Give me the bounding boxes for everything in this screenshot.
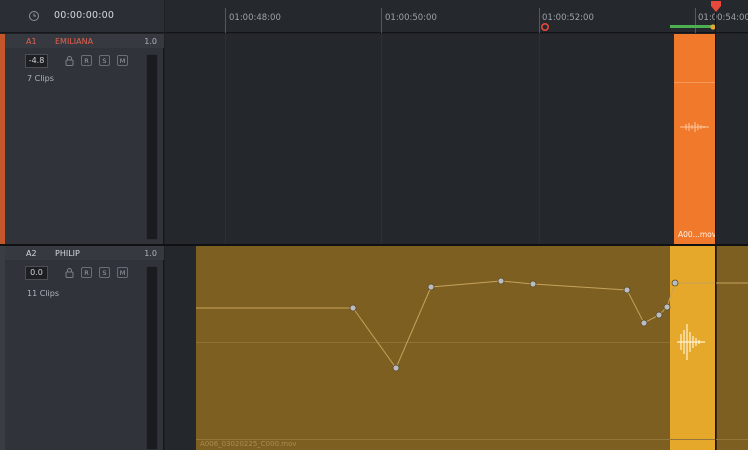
- audio-clip[interactable]: A00...mov: [674, 34, 717, 244]
- clip-label: A00...mov: [678, 230, 717, 239]
- audio-meter: [146, 266, 158, 450]
- track-name[interactable]: PHILIP: [55, 249, 80, 258]
- track-lane-a1[interactable]: A00...mov: [165, 34, 748, 244]
- grid-line: [539, 34, 540, 244]
- playhead-handle[interactable]: [709, 0, 723, 13]
- ruler-tick-label: 01:00:54:00: [698, 13, 748, 23]
- timeline-ruler[interactable]: 01:00:48:00 01:00:50:00 01:00:52:00 01:0…: [165, 0, 748, 33]
- record-arm-button[interactable]: R: [81, 267, 92, 278]
- track-lane-a2[interactable]: A006_03020225_C000.mov: [165, 246, 748, 450]
- grid-line: [225, 34, 226, 244]
- volume-field[interactable]: 0.0: [25, 266, 48, 280]
- mute-button[interactable]: M: [117, 267, 128, 278]
- clip-label: A006_03020225_C000.mov: [200, 440, 297, 448]
- track-id: A2: [26, 249, 37, 258]
- ruler-tick: [695, 8, 696, 33]
- ruler-tick: [225, 8, 226, 33]
- track-name[interactable]: EMILIANA: [55, 37, 93, 46]
- track-header-a2[interactable]: A2 PHILIP 1.0 0.0 R S M 11 Clips: [5, 246, 164, 450]
- lock-icon[interactable]: [65, 267, 74, 278]
- clips-count: 11 Clips: [27, 289, 59, 298]
- track-id: A1: [26, 37, 37, 46]
- solo-button[interactable]: S: [99, 55, 110, 66]
- grid-line: [381, 34, 382, 244]
- ruler-tick: [381, 8, 382, 33]
- waveform: [680, 122, 709, 132]
- ruler-tick-label: 01:00:48:00: [229, 13, 281, 23]
- lock-icon[interactable]: [65, 55, 74, 66]
- volume-keyframe-curve[interactable]: [165, 246, 748, 450]
- clock-icon[interactable]: [28, 10, 40, 22]
- audio-meter: [146, 54, 158, 240]
- volume-line: [674, 82, 715, 83]
- track-level: 1.0: [144, 37, 157, 46]
- mute-button[interactable]: M: [117, 55, 128, 66]
- solo-button[interactable]: S: [99, 267, 110, 278]
- track-header-a1[interactable]: A1 EMILIANA 1.0 -4.8 R S M 7 Clips: [5, 34, 164, 244]
- timecode-display[interactable]: 00:00:00:00: [54, 10, 114, 21]
- track-level: 1.0: [144, 249, 157, 258]
- timecode-panel: 00:00:00:00: [0, 0, 164, 33]
- volume-field[interactable]: -4.8: [25, 54, 48, 68]
- record-arm-button[interactable]: R: [81, 55, 92, 66]
- marker-icon[interactable]: [540, 22, 550, 32]
- ruler-tick-label: 01:00:50:00: [385, 13, 437, 23]
- clips-count: 7 Clips: [27, 74, 54, 83]
- playhead-line[interactable]: [715, 12, 716, 450]
